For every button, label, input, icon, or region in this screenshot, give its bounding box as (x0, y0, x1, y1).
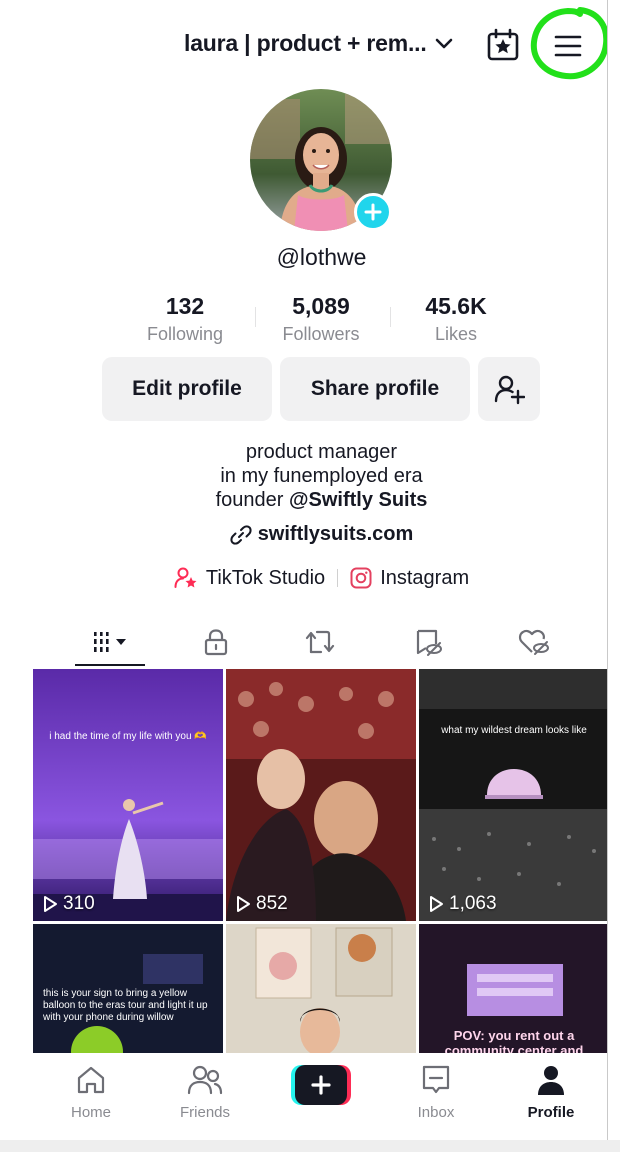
friends-icon (187, 1065, 223, 1095)
hidden-heart-icon (518, 629, 549, 655)
bio-line: in my funemployed era (220, 465, 423, 487)
stat-value: 45.6K (425, 293, 487, 319)
create-button[interactable] (291, 1065, 351, 1105)
nav-label: Inbox (417, 1104, 455, 1121)
stat-likes[interactable]: 45.6K Likes (391, 293, 521, 345)
tab-reposts[interactable] (288, 624, 352, 660)
stat-label: Likes (434, 324, 478, 344)
account-name: laura | product + rem... (184, 30, 427, 56)
divider (607, 0, 608, 1140)
video-tile[interactable]: i had the time of my life with you 🫶 310 (33, 669, 223, 921)
bio-line: product manager (245, 441, 398, 463)
view-count: 1,063 (427, 893, 497, 915)
play-icon (430, 896, 443, 912)
view-count: 310 (41, 893, 95, 915)
profile-avatar[interactable] (250, 89, 392, 231)
tab-private[interactable] (184, 624, 248, 660)
video-caption: this is your sign to bring a yellow ball… (43, 988, 208, 1023)
tab-liked[interactable] (502, 624, 566, 660)
link-icon (230, 524, 252, 545)
view-count: 852 (234, 893, 288, 915)
tab-favorites[interactable] (396, 624, 460, 660)
profile-handle: @lothwe (276, 244, 367, 270)
bio-line: founder @Swiftly Suits (0, 488, 608, 512)
video-thumbnail (226, 669, 416, 921)
nav-label: Home (70, 1104, 111, 1121)
stat-value: 5,089 (292, 293, 350, 319)
stat-followers[interactable]: 5,089 Followers (256, 293, 386, 345)
home-icon (77, 1066, 105, 1094)
add-story-plus-icon[interactable] (354, 193, 392, 231)
nav-label: Friends (179, 1104, 231, 1121)
tab-videos[interactable] (80, 624, 144, 660)
stat-value: 132 (165, 293, 205, 319)
external-links: TikTok Studio Instagram (0, 566, 608, 590)
account-switcher[interactable]: laura | product + rem... (184, 30, 453, 57)
add-person-icon (494, 375, 525, 405)
stat-label: Followers (282, 324, 360, 344)
divider (337, 569, 339, 587)
instagram-link[interactable]: Instagram (350, 567, 469, 590)
website-url: swiftlysuits.com (257, 523, 414, 545)
tiktok-studio-icon (174, 567, 197, 588)
bio-text: founder (215, 489, 289, 511)
video-tile[interactable]: this is your sign to bring a yellow ball… (33, 924, 223, 1059)
nav-friends[interactable]: Friends (155, 1063, 255, 1121)
inbox-icon (422, 1065, 450, 1094)
stat-following[interactable]: 132 Following (120, 293, 250, 345)
video-tile[interactable]: POV: you rent out a community center and (419, 924, 608, 1059)
website-link[interactable]: swiftlysuits.com (0, 523, 608, 546)
play-icon (237, 896, 250, 912)
share-profile-button[interactable]: Share profile (280, 357, 470, 421)
active-tab-indicator (75, 664, 145, 666)
screen-bottom-edge (0, 1140, 620, 1152)
plus-icon (291, 1065, 351, 1105)
instagram-label: Instagram (380, 566, 470, 589)
view-count-value: 310 (63, 893, 95, 914)
nav-home[interactable]: Home (41, 1063, 141, 1121)
grid-filter-icon (94, 632, 126, 652)
calendar-star-icon[interactable] (486, 28, 520, 62)
chevron-down-icon (435, 38, 452, 48)
stat-label: Following (146, 324, 224, 344)
edit-profile-button[interactable]: Edit profile (102, 357, 272, 421)
video-thumbnail (33, 669, 223, 921)
profile-bio: product manager in my funemployed era fo… (0, 440, 608, 512)
top-bar: laura | product + rem... (0, 7, 608, 80)
bottom-navigation: Home Friends Inbox Profile (33, 1053, 608, 1140)
tiktok-profile-screen: laura | product + rem... @lothwe 132 Fol… (0, 0, 608, 1140)
view-count-value: 1,063 (449, 893, 497, 914)
video-tile[interactable]: 852 (226, 669, 416, 921)
tiktok-studio-label: TikTok Studio (205, 566, 326, 589)
video-caption: what my wildest dream looks like (441, 725, 587, 736)
add-friend-button[interactable] (478, 357, 540, 421)
video-grid: i had the time of my life with you 🫶 310 (33, 669, 608, 1059)
video-caption: i had the time of my life with you 🫶 (49, 731, 207, 742)
video-thumbnail (419, 669, 608, 921)
play-icon (44, 896, 57, 912)
hamburger-menu-icon[interactable] (552, 30, 584, 62)
instagram-icon (350, 567, 372, 589)
tiktok-studio-link[interactable]: TikTok Studio (174, 566, 325, 590)
hidden-bookmark-icon (416, 629, 442, 656)
profile-icon (538, 1066, 564, 1095)
bio-mention-link[interactable]: @Swiftly Suits (289, 489, 427, 511)
video-thumbnail (226, 924, 416, 1059)
view-count-value: 852 (256, 893, 288, 914)
profile-stats: 132 Following 5,089 Followers 45.6K Like… (120, 293, 520, 349)
nav-inbox[interactable]: Inbox (386, 1063, 486, 1121)
lock-icon (204, 629, 228, 656)
profile-tabs (0, 620, 608, 668)
video-tile[interactable] (226, 924, 416, 1059)
repost-icon (305, 630, 335, 654)
nav-profile[interactable]: Profile (501, 1063, 601, 1121)
nav-label: Profile (527, 1104, 575, 1121)
video-tile[interactable]: what my wildest dream looks like 1,063 (419, 669, 608, 921)
